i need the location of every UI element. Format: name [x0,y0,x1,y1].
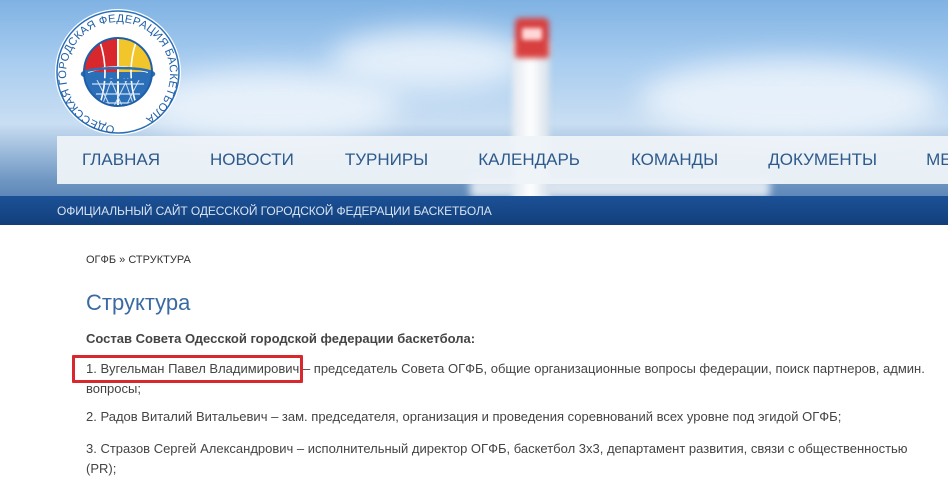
breadcrumb: ОГФБ » СТРУКТУРА [86,254,191,266]
nav-item-news[interactable]: НОВОСТИ [210,150,294,170]
main-navigation: ГЛАВНАЯ НОВОСТИ ТУРНИРЫ КАЛЕНДАРЬ КОМАНД… [57,136,948,184]
member-number: 3. [86,441,97,456]
member-name: Стразов Сергей Александрович [100,441,294,456]
tagline-bar: ОФИЦИАЛЬНЫЙ САЙТ ОДЕССКОЙ ГОРОДСКОЙ ФЕДЕ… [0,196,948,225]
nav-item-home[interactable]: ГЛАВНАЯ [82,150,160,170]
member-name: Вугельман Павел Владимирович [100,361,300,376]
breadcrumb-separator: » [116,254,129,266]
nav-item-tournaments[interactable]: ТУРНИРЫ [345,150,428,170]
site-tagline: ОФИЦИАЛЬНЫЙ САЙТ ОДЕССКОЙ ГОРОДСКОЙ ФЕДЕ… [57,204,492,218]
background-cloud [640,60,940,140]
page-title: Структура [86,290,191,315]
member-number: 1. [86,361,97,376]
background-cloud [330,30,530,90]
section-heading: Состав Совета Одесской городской федерац… [86,331,476,346]
member-item: 2. Радов Виталий Витальевич – зам. предс… [86,407,926,427]
nav-item-media[interactable]: МЕДИА [926,150,948,170]
breadcrumb-current: СТРУКТУРА [128,254,191,266]
nav-item-teams[interactable]: КОМАНДЫ [631,150,718,170]
lighthouse-image [512,40,550,215]
header-banner: ОДЕССКАЯ ГОРОДСКАЯ ФЕДЕРАЦИЯ БАСКЕТБОЛА … [0,0,948,225]
member-name: Радов Виталий Витальевич [100,409,268,424]
breadcrumb-home-link[interactable]: ОГФБ [86,254,116,266]
lighthouse-lamp [522,28,542,40]
nav-item-documents[interactable]: ДОКУМЕНТЫ [768,150,877,170]
member-item: 1. Вугельман Павел Владимирович – предсе… [86,359,926,399]
member-number: 2. [86,409,97,424]
federation-logo[interactable]: ОДЕССКАЯ ГОРОДСКАЯ ФЕДЕРАЦИЯ БАСКЕТБОЛА [52,8,184,136]
nav-item-calendar[interactable]: КАЛЕНДАРЬ [478,150,580,170]
member-item: 3. Стразов Сергей Александрович – исполн… [86,439,926,479]
member-role: – зам. председателя, организация и прове… [267,409,842,424]
